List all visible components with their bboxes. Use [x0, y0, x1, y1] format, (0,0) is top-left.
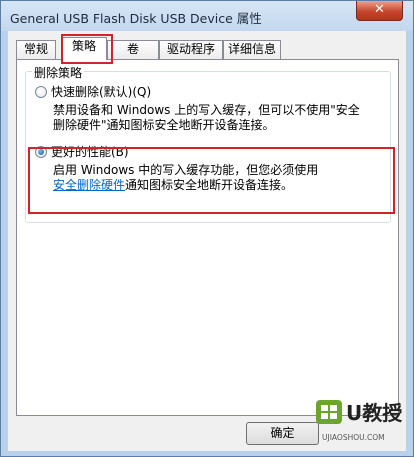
description-line: 禁用设备和 Windows 上的写入缓存，但可以不使用"安全 [53, 103, 360, 117]
description-line: 删除硬件"通知图标安全地断开设备连接。 [53, 118, 275, 132]
highlight-box-policies-tab [61, 34, 113, 64]
quick-removal-option[interactable]: 快速删除(默认)(Q) [35, 83, 151, 100]
watermark-logo-icon [316, 400, 342, 424]
tab-volumes[interactable]: 卷 [107, 40, 159, 59]
tab-label: 驱动程序 [166, 42, 215, 56]
dialog-client-area: 常规 策略 卷 驱动程序 详细信息 删除策略 快速删除(默认)(Q) 禁用设备和… [8, 31, 406, 451]
ok-button-label: 确定 [270, 426, 295, 440]
close-button[interactable]: ✕ [356, 1, 403, 21]
tab-label: 卷 [126, 42, 139, 56]
tab-label: 常规 [23, 42, 48, 56]
group-label: 删除策略 [32, 64, 85, 81]
tab-general[interactable]: 常规 [16, 40, 56, 59]
window-title: General USB Flash Disk USB Device 属性 [10, 11, 262, 26]
watermark-brand: U教授 [346, 401, 403, 425]
quick-removal-label: 快速删除(默认)(Q) [51, 85, 152, 99]
tab-driver[interactable]: 驱动程序 [159, 40, 223, 59]
watermark-url: UJIAOSHOU.COM [322, 433, 385, 442]
title-bar[interactable]: General USB Flash Disk USB Device 属性 ✕ [1, 1, 413, 31]
tab-label: 详细信息 [227, 42, 276, 56]
quick-removal-description: 禁用设备和 Windows 上的写入缓存，但可以不使用"安全 删除硬件"通知图标… [53, 103, 388, 133]
quick-removal-radio-icon[interactable] [35, 86, 47, 98]
close-icon: ✕ [374, 2, 385, 17]
properties-window: General USB Flash Disk USB Device 属性 ✕ 常… [0, 0, 414, 457]
policies-tab-panel: 删除策略 快速删除(默认)(Q) 禁用设备和 Windows 上的写入缓存，但可… [16, 59, 399, 416]
watermark: U教授 UJIAOSHOU.COM [306, 397, 410, 453]
tab-details[interactable]: 详细信息 [223, 40, 281, 59]
highlight-box-better-performance [28, 147, 395, 214]
